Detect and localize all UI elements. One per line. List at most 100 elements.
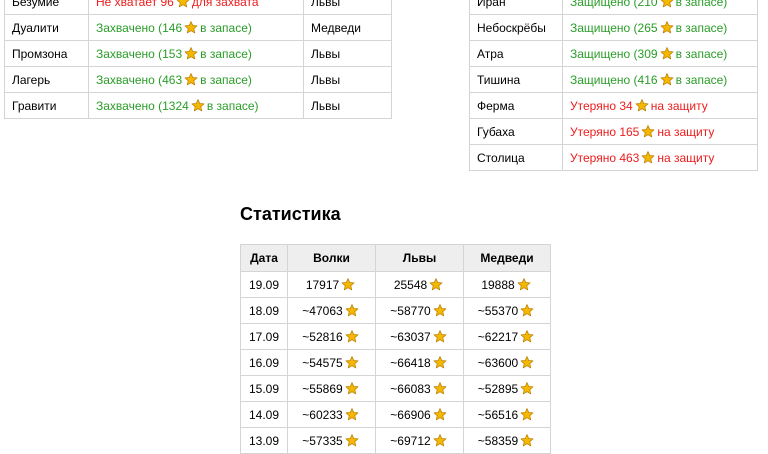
territory-name: Гравити [4, 92, 89, 119]
status-cell: Защищено (309 в запасе) [562, 40, 758, 67]
stats-wolves-value: ~60233 [302, 407, 343, 422]
stats-bears-value: ~56516 [477, 407, 519, 422]
star-icon [520, 381, 534, 394]
status-cell: Утеряно 165 на защиту [562, 118, 758, 145]
stats-bears-cell: ~56516 [463, 401, 551, 428]
star-icon [176, 0, 189, 7]
star-icon [433, 407, 447, 420]
stats-header-wolves: Волки [287, 244, 376, 272]
status-count-text: Захвачено (153 [96, 46, 183, 61]
star-icon [517, 277, 531, 290]
stats-date-value: 15.09 [248, 381, 280, 396]
stats-date-cell: 19.09 [240, 271, 288, 298]
status-count-text: Защищено (309 [570, 46, 658, 61]
territory-name: Атра [469, 40, 563, 67]
stats-wolves-cell: ~57335 [287, 427, 376, 454]
status-cell: Не хватает 96 для захвата [88, 0, 304, 15]
territory-owner: Медведи [303, 14, 392, 41]
territory-row: Тишина Защищено (416 в запасе) [469, 66, 758, 93]
star-icon [520, 433, 534, 446]
star-icon [345, 433, 359, 446]
status-count-text: Захвачено (1324 [96, 98, 189, 113]
status-suffix-text: на защиту [657, 150, 715, 165]
star-icon [660, 72, 673, 85]
stats-table: Дата Волки Львы Медведи 19.09 17917 25548 1… [240, 244, 551, 454]
star-icon [641, 150, 655, 163]
status-count-text: Утеряно 34 [570, 98, 633, 113]
status-count-text: Не хватает 96 [96, 0, 174, 9]
territory-name: Безумие [4, 0, 89, 15]
stats-lions-cell: ~66418 [375, 349, 464, 376]
star-icon [520, 355, 534, 368]
territory-name: Промзона [4, 40, 89, 67]
star-icon [660, 46, 673, 59]
territory-row: Лагерь Захвачено (463 в запасе) Львы [4, 66, 392, 93]
stats-date-value: 14.09 [248, 407, 280, 422]
status-cell: Захвачено (153 в запасе) [88, 40, 304, 67]
territory-row: Дуалити Захвачено (146 в запасе) Медведи [4, 14, 392, 41]
status-cell: Защищено (416 в запасе) [562, 66, 758, 93]
star-icon [345, 303, 359, 316]
star-icon [184, 46, 198, 59]
star-icon [433, 433, 447, 446]
stats-row: 17.09 ~52816 ~63037 ~62217 [240, 323, 551, 350]
territory-row: Гравити Захвачено (1324 в запасе) Львы [4, 92, 392, 119]
star-icon [520, 329, 534, 342]
stats-lions-cell: ~58770 [375, 297, 464, 324]
stats-lions-value: ~63037 [390, 329, 431, 344]
stats-bears-cell: ~58359 [463, 427, 551, 454]
status-count-text: Утеряно 463 [570, 150, 640, 165]
right-territories-table: Иран Защищено (210 в запасе) Небоскрёбы Защи… [469, 0, 758, 171]
stats-date-value: 17.09 [248, 329, 280, 344]
stats-wolves-cell: ~54575 [287, 349, 376, 376]
stats-row: 16.09 ~54575 ~66418 ~63600 [240, 349, 551, 376]
star-icon [345, 381, 359, 394]
star-icon [345, 355, 359, 368]
stats-header-row: Дата Волки Львы Медведи [240, 244, 551, 272]
territory-name: Лагерь [4, 66, 89, 93]
stats-lions-cell: 25548 [375, 271, 464, 298]
status-cell: Утеряно 463 на защиту [562, 144, 758, 171]
stats-bears-cell: 19888 [463, 271, 551, 298]
stats-wolves-value: 17917 [305, 277, 340, 292]
star-icon [184, 20, 198, 33]
stats-bears-value: ~63600 [477, 355, 519, 370]
status-cell: Защищено (265 в запасе) [562, 14, 758, 41]
stats-wolves-value: ~47063 [302, 303, 343, 318]
stats-lions-cell: ~66906 [375, 401, 464, 428]
stats-date-cell: 14.09 [240, 401, 288, 428]
status-suffix-text: в запасе) [675, 0, 728, 9]
territory-name: Небоскрёбы [469, 14, 563, 41]
star-icon [660, 0, 673, 7]
star-icon [345, 329, 359, 342]
stats-bears-cell: ~55370 [463, 297, 551, 324]
territory-row: Столица Утеряно 463 на защиту [469, 144, 758, 171]
territory-owner: Львы [303, 0, 392, 15]
territory-name: Ферма [469, 92, 563, 119]
star-icon [433, 303, 447, 316]
stats-wolves-value: ~57335 [302, 433, 343, 448]
status-count-text: Утеряно 165 [570, 124, 640, 139]
stats-bears-cell: ~63600 [463, 349, 551, 376]
stats-lions-value: ~66906 [390, 407, 431, 422]
status-suffix-text: в запасе) [200, 72, 252, 87]
status-count-text: Захвачено (146 [96, 20, 183, 35]
territory-name: Столица [469, 144, 563, 171]
stats-date-cell: 15.09 [240, 375, 288, 402]
stats-row: 15.09 ~55869 ~66083 ~52895 [240, 375, 551, 402]
star-icon [433, 329, 447, 342]
status-suffix-text: в запасе) [200, 46, 252, 61]
status-suffix-text: на защиту [650, 98, 708, 113]
stats-lions-value: ~69712 [390, 433, 431, 448]
stats-wolves-cell: ~60233 [287, 401, 376, 428]
stats-date-cell: 18.09 [240, 297, 288, 324]
star-icon [641, 124, 655, 137]
stats-bears-value: ~52895 [477, 381, 519, 396]
stats-lions-cell: ~66083 [375, 375, 464, 402]
stats-bears-value: ~62217 [477, 329, 519, 344]
territory-name: Иран [469, 0, 563, 15]
stats-bears-cell: ~52895 [463, 375, 551, 402]
stats-wolves-value: ~52816 [302, 329, 343, 344]
star-icon [433, 381, 447, 394]
stats-row: 18.09 ~47063 ~58770 ~55370 [240, 297, 551, 324]
